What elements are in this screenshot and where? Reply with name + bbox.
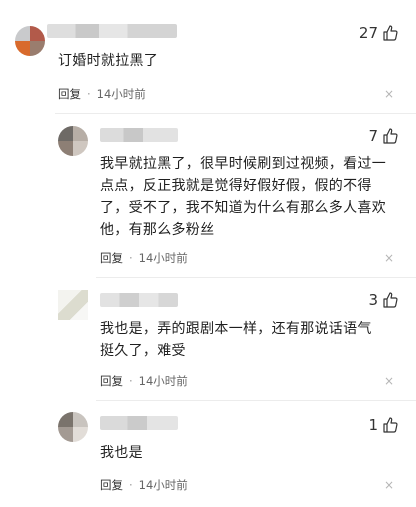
timestamp: 14小时前 — [138, 374, 188, 388]
comment-meta: 回复 · 14小时前 — [100, 373, 188, 389]
comment-text: 我早就拉黑了，很早时候刷到过视频，看过一 点点，反正我就是觉得好假好假，假的不得… — [100, 153, 400, 241]
avatar[interactable] — [15, 26, 45, 56]
close-icon[interactable]: × — [384, 252, 394, 264]
avatar[interactable] — [58, 290, 88, 320]
comment-line: 我早就拉黑了，很早时候刷到过视频，看过一 — [100, 156, 386, 172]
username-blurred[interactable] — [100, 128, 178, 142]
close-icon[interactable]: × — [384, 479, 394, 491]
reply-button[interactable]: 回复 — [100, 250, 123, 266]
avatar[interactable] — [58, 412, 88, 442]
comment-meta: 回复 · 14小时前 — [100, 250, 188, 266]
comment-line: 我也是，弄的跟剧本一样，还有那说话语气 — [100, 321, 372, 337]
timestamp: 14小时前 — [138, 478, 188, 492]
like-button[interactable]: 3 — [368, 291, 398, 309]
timestamp: 14小时前 — [96, 87, 146, 101]
separator: · — [129, 478, 133, 492]
avatar[interactable] — [58, 126, 88, 156]
thumbs-up-icon — [383, 417, 398, 433]
comment-text: 我也是 — [100, 442, 143, 464]
comment-meta: 回复 · 14小时前 — [58, 86, 146, 102]
comment-line: 订婚时就拉黑了 — [58, 53, 159, 69]
comment-line: 点点，反正我就是觉得好假好假，假的不得 — [100, 178, 372, 194]
username-blurred[interactable] — [100, 416, 178, 430]
like-count: 3 — [368, 291, 378, 309]
like-count: 27 — [358, 24, 378, 42]
like-button[interactable]: 7 — [368, 127, 398, 145]
divider — [55, 113, 416, 114]
comment-line: 我也是 — [100, 445, 143, 461]
separator: · — [129, 251, 133, 265]
separator: · — [129, 374, 133, 388]
comment-line: 挺久了，难受 — [100, 343, 186, 359]
close-icon[interactable]: × — [384, 375, 394, 387]
username-blurred[interactable] — [47, 24, 177, 38]
like-count: 1 — [368, 416, 378, 434]
close-icon[interactable]: × — [384, 88, 394, 100]
reply-button[interactable]: 回复 — [100, 477, 123, 493]
thumbs-up-icon — [383, 292, 398, 308]
thumbs-up-icon — [383, 25, 398, 41]
timestamp: 14小时前 — [138, 251, 188, 265]
like-button[interactable]: 1 — [368, 416, 398, 434]
comment-line: 他，有那么多粉丝 — [100, 222, 215, 238]
like-button[interactable]: 27 — [359, 24, 398, 42]
comment-line: 了，受不了，我不知道为什么有那么多人喜欢 — [100, 200, 386, 216]
divider — [96, 277, 416, 278]
comment-meta: 回复 · 14小时前 — [100, 477, 188, 493]
reply-button[interactable]: 回复 — [58, 86, 81, 102]
comment-text: 我也是，弄的跟剧本一样，还有那说话语气 挺久了，难受 — [100, 318, 400, 362]
divider — [96, 400, 416, 401]
like-count: 7 — [368, 127, 378, 145]
comment-text: 订婚时就拉黑了 — [58, 50, 158, 72]
separator: · — [87, 87, 91, 101]
thumbs-up-icon — [383, 128, 398, 144]
username-blurred[interactable] — [100, 293, 178, 307]
reply-button[interactable]: 回复 — [100, 373, 123, 389]
